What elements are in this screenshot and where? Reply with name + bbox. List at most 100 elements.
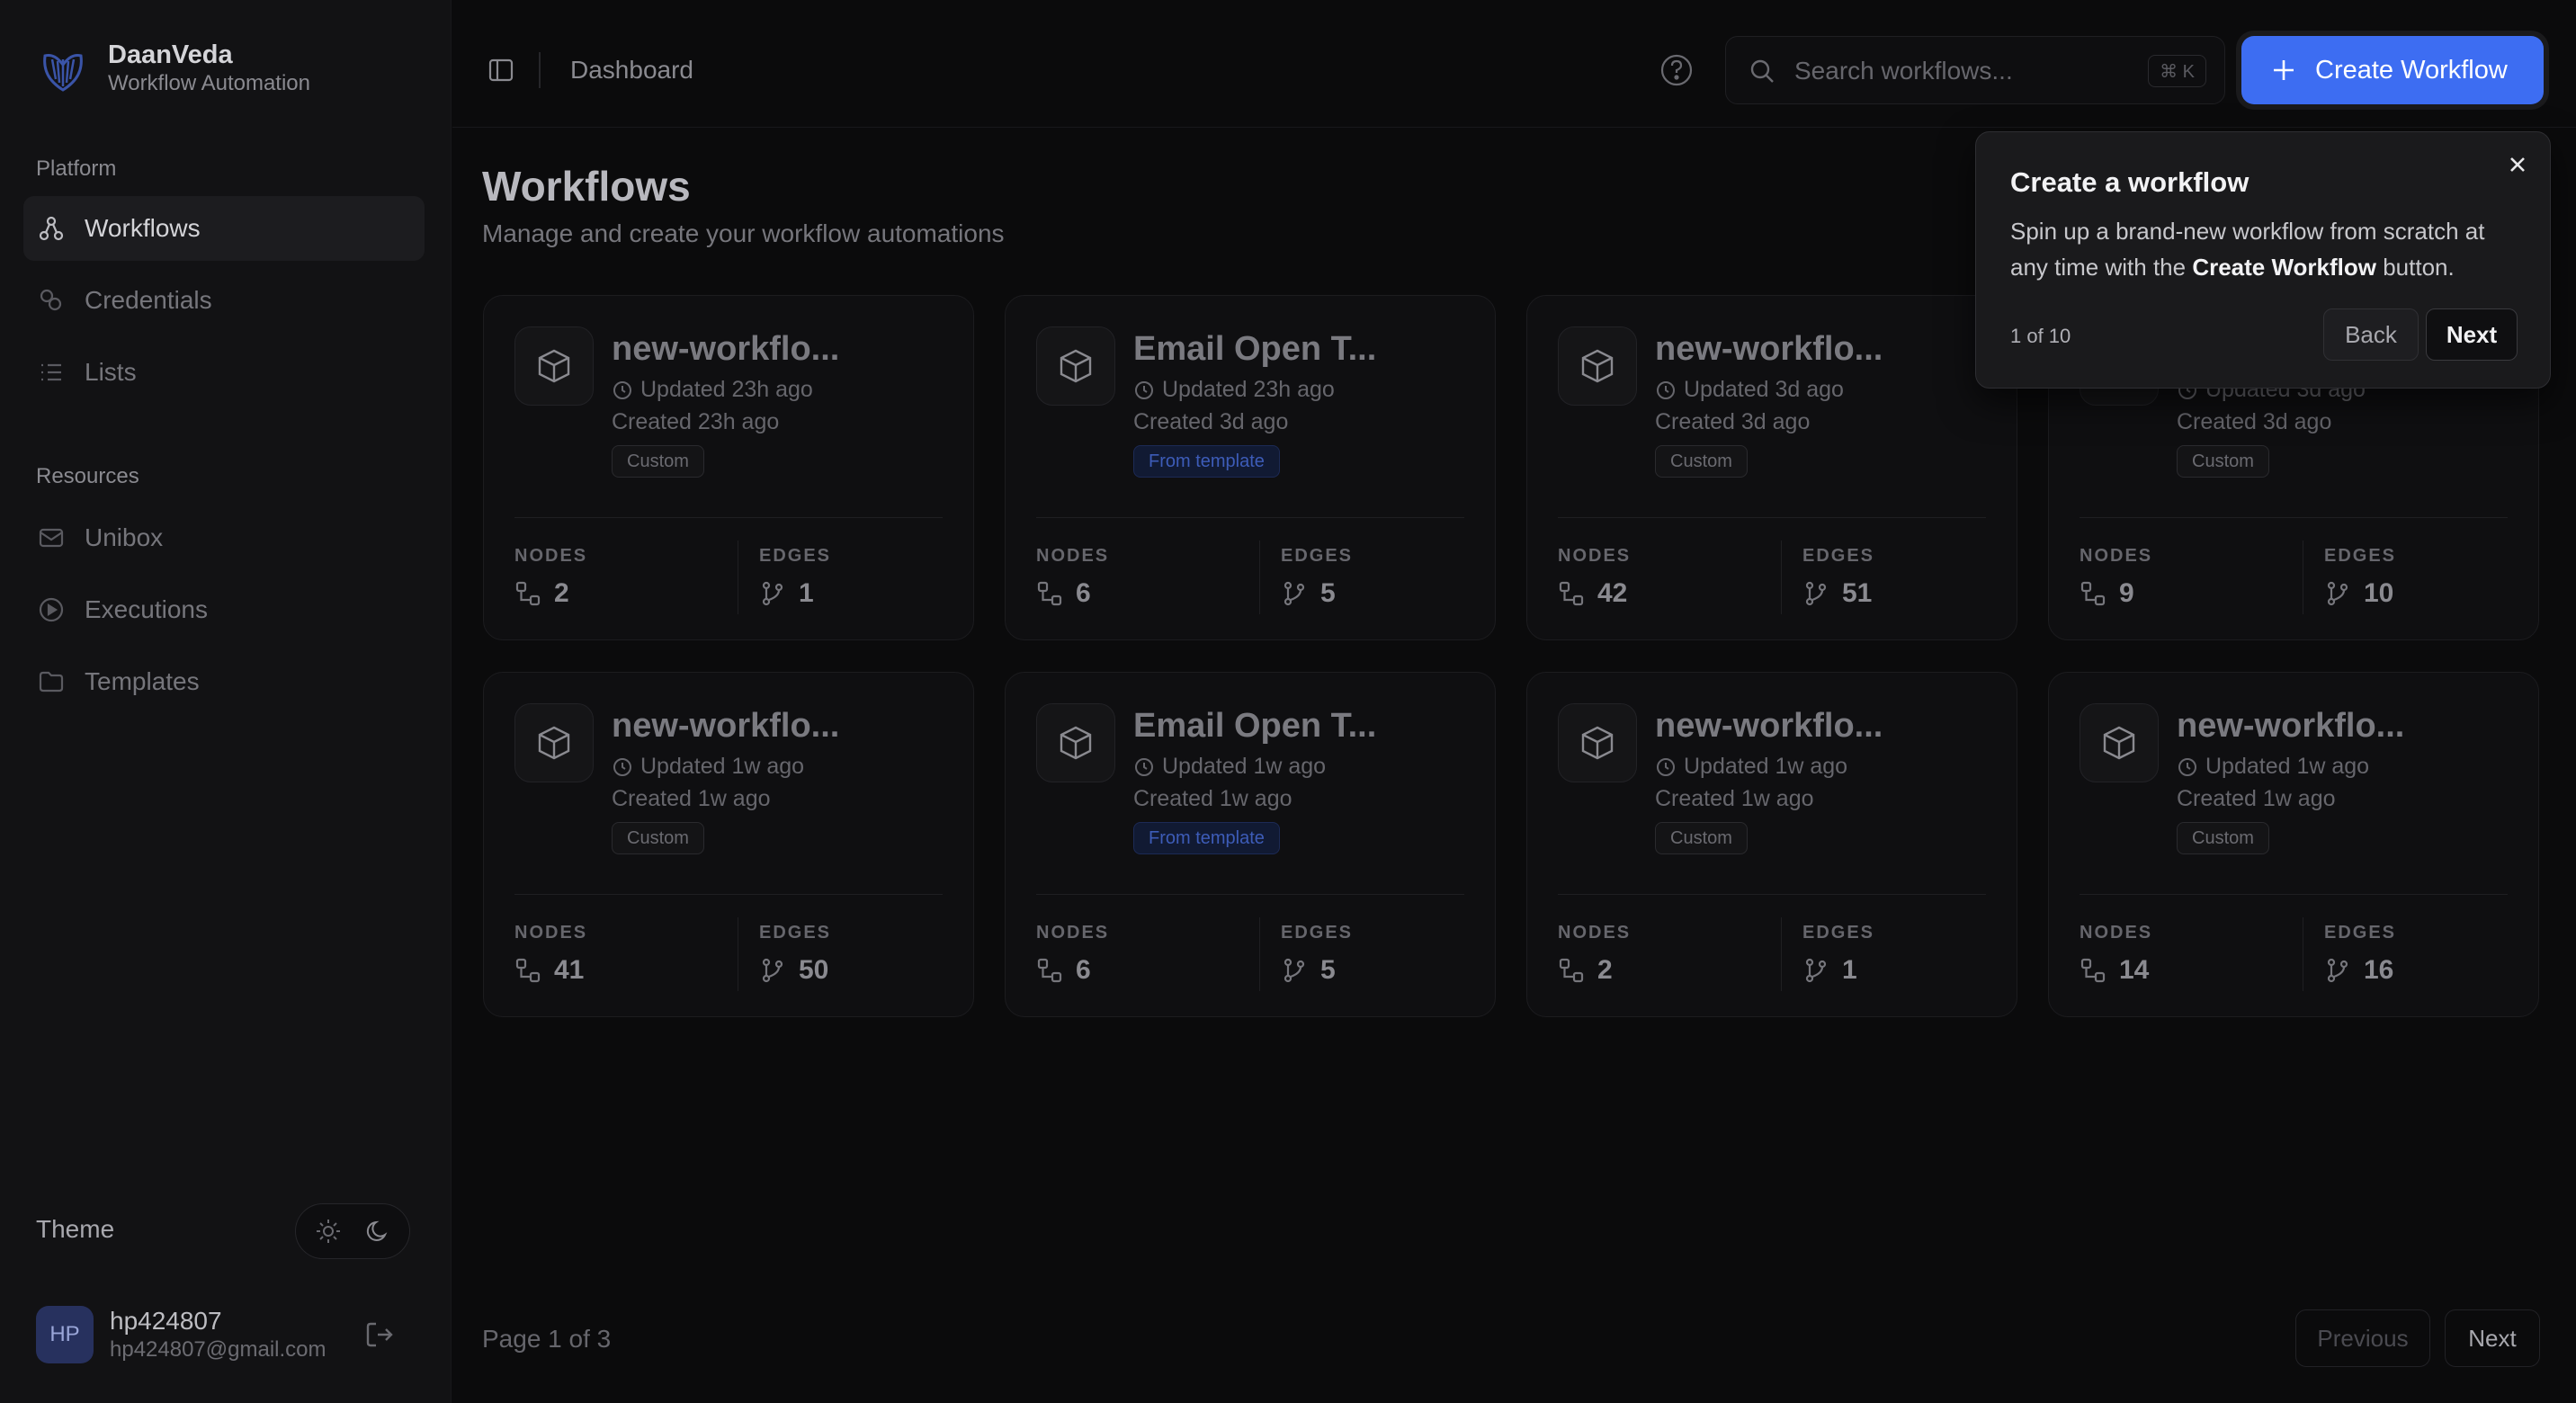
card-divider bbox=[1036, 894, 1464, 895]
nodes-label: NODES bbox=[514, 546, 588, 566]
cube-icon bbox=[538, 726, 570, 760]
nodes-icon bbox=[2080, 581, 2106, 606]
theme-toggle[interactable] bbox=[295, 1203, 410, 1259]
nodes-value: 41 bbox=[554, 955, 585, 985]
edges-icon bbox=[2327, 581, 2348, 606]
section-label-resources: Resources bbox=[36, 464, 139, 488]
nodes-count: 2 bbox=[1558, 955, 1613, 986]
user-profile[interactable]: HP hp424807 hp424807@gmail.com bbox=[36, 1306, 326, 1363]
nodes-value: 14 bbox=[2119, 955, 2150, 985]
sidebar-item-templates[interactable]: Templates bbox=[23, 649, 425, 714]
workflow-card[interactable]: Email Open T... Updated 1w ago Created 1w … bbox=[1005, 672, 1496, 1017]
workflow-card-tag: Custom bbox=[1655, 822, 1748, 854]
workflow-card[interactable]: new-workflo... Updated 1w ago Created 1w a… bbox=[1526, 672, 2017, 1017]
popover-body: Spin up a brand-new workflow from scratc… bbox=[2010, 213, 2523, 285]
workflow-card-icon bbox=[1558, 326, 1637, 406]
workflow-icon bbox=[39, 216, 64, 241]
header-divider bbox=[539, 52, 541, 88]
popover-next-button[interactable]: Next bbox=[2426, 308, 2518, 361]
workflow-card-tag: Custom bbox=[612, 445, 704, 478]
workflow-card-updated: Updated 1w ago bbox=[2177, 754, 2369, 780]
workflow-card-title: Email Open T... bbox=[1133, 330, 1377, 368]
search-input[interactable]: Search workflows... ⌘ K bbox=[1725, 36, 2225, 104]
stat-separator bbox=[1781, 541, 1782, 614]
workflow-card-tag: Custom bbox=[1655, 445, 1748, 478]
sidebar-toggle-icon[interactable] bbox=[487, 56, 515, 85]
edges-icon bbox=[1805, 958, 1827, 983]
popover-step: 1 of 10 bbox=[2010, 325, 2071, 347]
theme-label: Theme bbox=[36, 1215, 115, 1243]
edges-count: 1 bbox=[759, 578, 814, 609]
nodes-label: NODES bbox=[2080, 546, 2153, 566]
sidebar-item-lists[interactable]: Lists bbox=[23, 340, 425, 405]
edges-label: EDGES bbox=[759, 923, 832, 943]
nodes-value: 2 bbox=[554, 578, 569, 608]
nodes-value: 9 bbox=[2119, 578, 2134, 608]
brand[interactable]: DaanVeda Workflow Automation bbox=[36, 40, 310, 97]
workflow-card-icon bbox=[514, 703, 594, 782]
nodes-label: NODES bbox=[1558, 923, 1632, 943]
cube-icon bbox=[1060, 349, 1092, 383]
workflow-card-updated-text: Updated 23h ago bbox=[1162, 377, 1335, 402]
edges-value: 50 bbox=[799, 955, 829, 985]
edges-label: EDGES bbox=[1281, 546, 1354, 566]
popover-back-button[interactable]: Back bbox=[2323, 308, 2419, 361]
create-workflow-button[interactable]: Create Workflow bbox=[2241, 36, 2544, 104]
clock-icon bbox=[2178, 757, 2196, 776]
workflow-card-title: Email Open T... bbox=[1133, 707, 1377, 745]
onboarding-popover: Create a workflow Spin up a brand-new wo… bbox=[1975, 131, 2551, 389]
workflow-card-created: Created 1w ago bbox=[612, 786, 771, 811]
nodes-label: NODES bbox=[514, 923, 588, 943]
workflow-card-updated-text: Updated 23h ago bbox=[640, 377, 813, 402]
previous-page-button[interactable]: Previous bbox=[2295, 1309, 2430, 1367]
user-email: hp424807@gmail.com bbox=[110, 1337, 326, 1362]
workflow-card-icon bbox=[514, 326, 594, 406]
edges-count: 51 bbox=[1802, 578, 1872, 609]
clock-icon bbox=[613, 757, 631, 776]
workflow-card-tag: Custom bbox=[2177, 445, 2269, 478]
nodes-value: 6 bbox=[1076, 955, 1091, 985]
brand-subtitle: Workflow Automation bbox=[108, 71, 310, 95]
next-page-button[interactable]: Next bbox=[2445, 1309, 2540, 1367]
workflow-card[interactable]: new-workflo... Updated 1w ago Created 1w a… bbox=[2048, 672, 2539, 1017]
workflow-card-created: Created 23h ago bbox=[612, 409, 780, 434]
sidebar-item-unibox[interactable]: Unibox bbox=[23, 505, 425, 570]
sidebar-item-executions[interactable]: Executions bbox=[23, 577, 425, 642]
nodes-icon bbox=[1037, 958, 1062, 983]
help-icon[interactable] bbox=[1659, 52, 1695, 88]
workflow-card[interactable]: new-workflo... Updated 23h ago Created 23h… bbox=[483, 295, 974, 640]
sidebar-item-credentials[interactable]: Credentials bbox=[23, 268, 425, 333]
breadcrumb[interactable]: Dashboard bbox=[570, 56, 693, 85]
nodes-count: 6 bbox=[1036, 578, 1091, 609]
sidebar-item-workflows[interactable]: Workflows bbox=[23, 196, 425, 261]
edges-label: EDGES bbox=[2324, 923, 2397, 943]
workflow-card-icon bbox=[2080, 703, 2159, 782]
search-icon bbox=[1750, 59, 1774, 83]
nodes-value: 42 bbox=[1597, 578, 1628, 608]
edges-icon bbox=[1805, 581, 1827, 606]
user-name: hp424807 bbox=[110, 1307, 222, 1335]
workflow-card-title: new-workflo... bbox=[612, 707, 840, 745]
workflow-card[interactable]: new-workflo... Updated 3d ago Created 3d a… bbox=[1526, 295, 2017, 640]
page-title: Workflows bbox=[482, 163, 691, 210]
workflow-card[interactable]: new-workflo... Updated 1w ago Created 1w a… bbox=[483, 672, 974, 1017]
moon-icon[interactable] bbox=[363, 1217, 392, 1246]
clock-icon bbox=[613, 380, 631, 399]
sun-icon[interactable] bbox=[314, 1217, 343, 1246]
nodes-label: NODES bbox=[1036, 546, 1110, 566]
workflow-card[interactable]: Email Open T... Updated 23h ago Created 3d… bbox=[1005, 295, 1496, 640]
edges-label: EDGES bbox=[1281, 923, 1354, 943]
brand-logo-icon bbox=[43, 54, 83, 92]
edges-icon bbox=[762, 958, 783, 983]
edges-icon bbox=[2327, 958, 2348, 983]
workflow-card-updated: Updated 3d ago bbox=[1655, 377, 1844, 403]
workflow-card-icon bbox=[1558, 703, 1637, 782]
nodes-label: NODES bbox=[1558, 546, 1632, 566]
edges-count: 1 bbox=[1802, 955, 1857, 986]
workflow-card-icon bbox=[1036, 326, 1115, 406]
logout-icon[interactable] bbox=[363, 1318, 396, 1351]
close-icon[interactable] bbox=[2505, 152, 2530, 177]
edges-label: EDGES bbox=[1802, 923, 1875, 943]
sidebar: DaanVeda Workflow Automation Platform Wo… bbox=[0, 0, 452, 1403]
workflow-card-created: Created 3d ago bbox=[2177, 409, 2332, 434]
